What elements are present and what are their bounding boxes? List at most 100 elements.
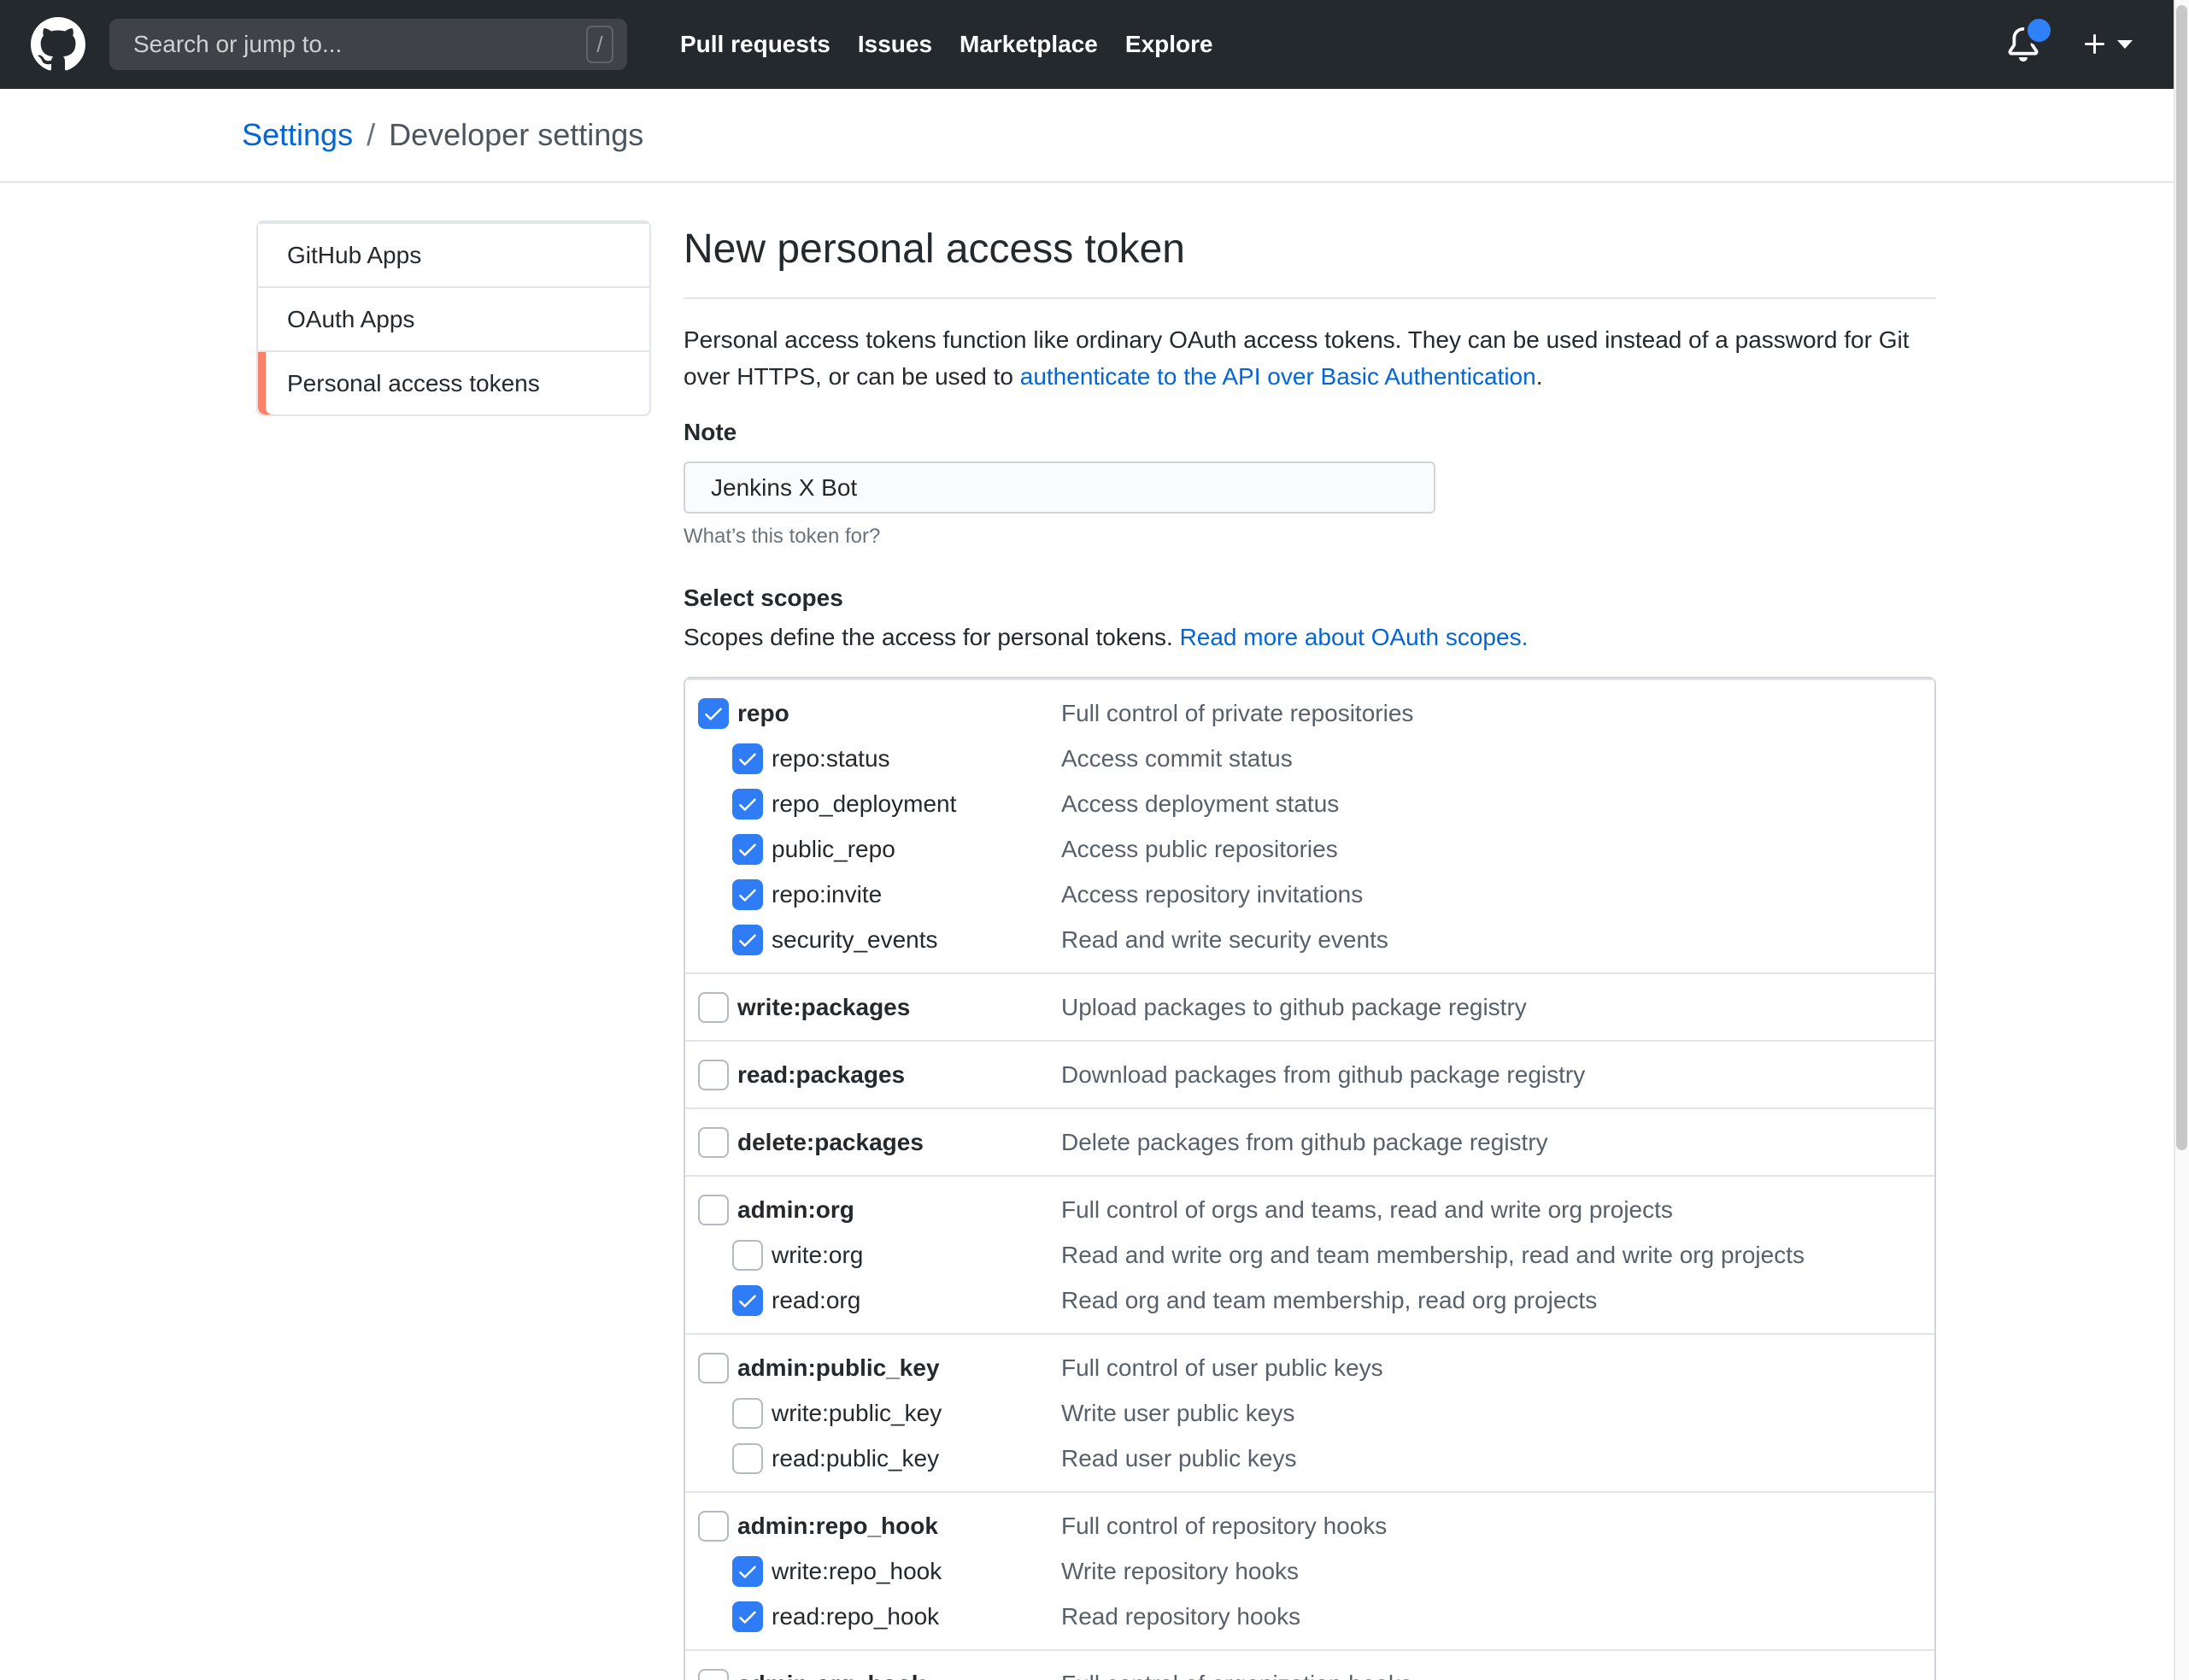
scope-description: Access deployment status (1061, 790, 1339, 818)
vertical-scrollbar-track[interactable] (2174, 0, 2189, 1680)
scope-description: Download packages from github package re… (1061, 1061, 1585, 1089)
scope-checkbox[interactable] (732, 1285, 763, 1316)
scope-description: Access public repositories (1061, 836, 1338, 863)
scopes-description-text: Scopes define the access for personal to… (684, 624, 1180, 650)
github-logo-icon[interactable] (31, 17, 85, 72)
scope-description: Full control of user public keys (1061, 1354, 1383, 1382)
scope-checkbox[interactable] (732, 879, 763, 910)
scope-description: Delete packages from github package regi… (1061, 1129, 1548, 1156)
scope-checkbox[interactable] (698, 1511, 729, 1542)
scope-name: admin:org_hook (737, 1671, 924, 1680)
note-input[interactable] (684, 461, 1435, 514)
scope-checkbox[interactable] (698, 698, 729, 729)
scope-row-child: write:public_key Write user public keys (685, 1390, 1934, 1436)
scope-description: Access repository invitations (1061, 881, 1363, 908)
scope-checkbox[interactable] (732, 789, 763, 819)
scope-name: admin:public_key (737, 1354, 940, 1382)
scope-checkbox[interactable] (698, 1060, 729, 1090)
scopes-list: repo Full control of private repositorie… (684, 677, 1936, 1680)
scope-row: write:packages Upload packages to github… (685, 984, 1934, 1030)
scope-name: write:repo_hook (772, 1558, 942, 1585)
scope-group: admin:org Full control of orgs and teams… (685, 1175, 1934, 1333)
scope-checkbox[interactable] (732, 1556, 763, 1587)
breadcrumb-current: Developer settings (389, 117, 643, 153)
scope-group: admin:repo_hook Full control of reposito… (685, 1491, 1934, 1649)
vertical-scrollbar-thumb[interactable] (2176, 5, 2187, 1150)
check-icon (737, 838, 759, 861)
oauth-scopes-link[interactable]: Read more about OAuth scopes. (1180, 624, 1529, 650)
scope-name: repo (737, 700, 789, 727)
nav-link[interactable]: Issues (858, 31, 932, 57)
header-right-cluster (2006, 27, 2133, 62)
scope-checkbox[interactable] (698, 992, 729, 1023)
scope-name: admin:org (737, 1196, 854, 1224)
sidebar-item-label: OAuth Apps (287, 306, 414, 333)
nav-link[interactable]: Explore (1125, 31, 1213, 57)
breadcrumb: Settings / Developer settings (0, 89, 2189, 183)
scope-description: Access commit status (1061, 745, 1293, 772)
unread-notification-dot (2028, 19, 2051, 42)
scope-row-child: security_events Read and write security … (685, 917, 1934, 962)
scope-description: Read and write org and team membership, … (1061, 1242, 1805, 1269)
basic-auth-link[interactable]: authenticate to the API over Basic Authe… (1020, 363, 1536, 390)
scope-name: read:public_key (772, 1445, 939, 1472)
scope-description: Full control of private repositories (1061, 700, 1413, 727)
nav-link[interactable]: Marketplace (960, 31, 1098, 57)
scope-checkbox[interactable] (732, 1240, 763, 1271)
scope-name: read:repo_hook (772, 1603, 939, 1630)
scope-row-child: write:org Read and write org and team me… (685, 1232, 1934, 1278)
scope-checkbox[interactable] (732, 1398, 763, 1429)
global-search: / (109, 19, 627, 70)
select-scopes-heading: Select scopes (684, 584, 1936, 612)
search-input[interactable] (109, 19, 627, 70)
scope-description: Read repository hooks (1061, 1603, 1300, 1630)
scope-checkbox[interactable] (732, 743, 763, 774)
notifications-button[interactable] (2006, 27, 2040, 62)
new-token-form: New personal access token Personal acces… (684, 220, 1936, 1680)
scope-row: admin:org Full control of orgs and teams… (685, 1187, 1934, 1232)
check-icon (737, 793, 759, 815)
scope-checkbox[interactable] (698, 1669, 729, 1680)
scope-group: admin:public_key Full control of user pu… (685, 1333, 1934, 1491)
scope-description: Upload packages to github package regist… (1061, 994, 1527, 1021)
developer-settings-menu: GitHub Apps OAuth Apps Personal access t… (256, 220, 651, 416)
scope-children: repo:status Access commit status (685, 736, 1934, 962)
scope-row-child: read:org Read org and team membership, r… (685, 1278, 1934, 1323)
note-label: Note (684, 419, 1936, 446)
scope-name: public_repo (772, 836, 895, 863)
scope-checkbox[interactable] (732, 834, 763, 865)
scope-checkbox[interactable] (732, 925, 763, 955)
title-divider (684, 297, 1936, 299)
breadcrumb-separator: / (367, 117, 375, 153)
create-new-dropdown[interactable] (2081, 31, 2133, 58)
scope-description: Read org and team membership, read org p… (1061, 1287, 1597, 1314)
scope-checkbox[interactable] (698, 1127, 729, 1158)
check-icon (737, 748, 759, 770)
sidebar-item[interactable]: OAuth Apps (258, 286, 649, 350)
scope-group: write:packages Upload packages to github… (685, 972, 1934, 1040)
breadcrumb-settings-link[interactable]: Settings (242, 117, 353, 153)
scope-description: Write user public keys (1061, 1400, 1294, 1427)
scope-checkbox[interactable] (698, 1353, 729, 1383)
scope-description: Read user public keys (1061, 1445, 1296, 1472)
caret-down-icon (2117, 40, 2133, 49)
scope-checkbox[interactable] (698, 1195, 729, 1225)
github-settings-page: / Pull requests Issues Marketplace Explo… (0, 0, 2189, 1680)
scope-children: write:repo_hook Write repository hooks (685, 1548, 1934, 1639)
check-icon (702, 702, 725, 725)
scope-group: read:packages Download packages from git… (685, 1040, 1934, 1107)
sidebar-item-label: GitHub Apps (287, 242, 421, 269)
check-icon (737, 1560, 759, 1583)
slash-shortcut-key: / (586, 26, 613, 63)
scope-row-child: repo:status Access commit status (685, 736, 1934, 781)
scope-name: read:org (772, 1287, 860, 1314)
scope-checkbox[interactable] (732, 1443, 763, 1474)
scope-description: Full control of repository hooks (1061, 1513, 1387, 1540)
sidebar-item[interactable]: Personal access tokens (258, 350, 649, 414)
note-help-text: What’s this token for? (684, 525, 1936, 549)
scope-name: repo:status (772, 745, 890, 772)
scope-checkbox[interactable] (732, 1601, 763, 1632)
scope-row-child: public_repo Access public repositories (685, 826, 1934, 872)
nav-link[interactable]: Pull requests (680, 31, 830, 57)
sidebar-item[interactable]: GitHub Apps (258, 222, 649, 286)
